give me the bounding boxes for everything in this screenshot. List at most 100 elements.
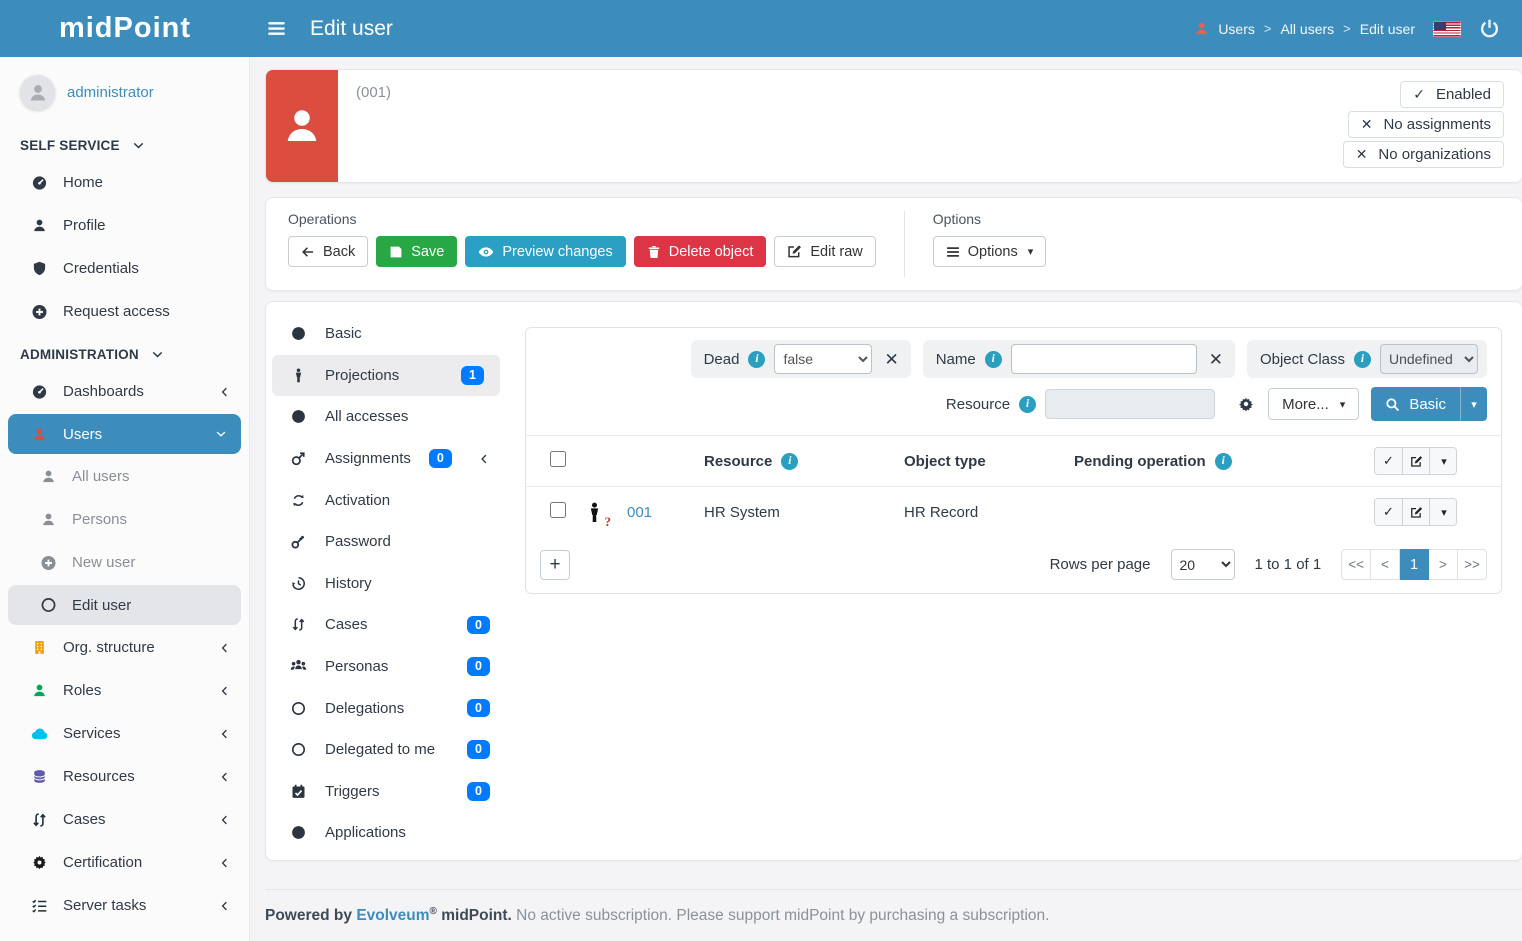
first-page-button[interactable]: << — [1341, 549, 1371, 580]
info-icon[interactable]: i — [1215, 453, 1232, 470]
status-badge-enabled: ✓ Enabled — [1400, 81, 1504, 108]
operations-panel: Operations Back Save Preview changes — [265, 197, 1522, 291]
search-mode-caret-button[interactable]: ▾ — [1460, 387, 1487, 421]
user-icon — [40, 512, 57, 527]
count-badge: 0 — [467, 657, 490, 676]
menu-item-personas[interactable]: Personas 0 — [266, 646, 506, 688]
sidebar-item-certification[interactable]: Certification — [0, 841, 249, 884]
locale-flag-us[interactable] — [1433, 21, 1461, 37]
projection-name-link[interactable]: 001 — [627, 504, 652, 521]
sidebar-item-users[interactable]: Users — [8, 414, 241, 454]
sidebar-item-all-users[interactable]: All users — [0, 455, 249, 498]
menu-item-label: Projections — [325, 367, 443, 384]
menu-item-delegated-to-me[interactable]: Delegated to me 0 — [266, 729, 506, 771]
rows-per-page-select[interactable]: 20 — [1171, 549, 1235, 580]
sidebar-item-request-access[interactable]: Request access — [0, 290, 249, 333]
info-icon[interactable]: i — [748, 351, 765, 368]
breadcrumb-all-users[interactable]: All users — [1280, 21, 1334, 37]
sidebar-item-credentials[interactable]: Credentials — [0, 247, 249, 290]
column-header-resource[interactable]: Resource — [704, 453, 772, 470]
menu-item-history[interactable]: History — [266, 563, 506, 605]
dead-select[interactable]: false — [774, 344, 872, 374]
add-projection-button[interactable]: + — [540, 550, 570, 580]
user-icon — [31, 427, 48, 442]
sidebar-item-org-structure[interactable]: Org. structure — [0, 626, 249, 669]
name-filter-input[interactable] — [1011, 344, 1197, 374]
sidebar-section-administration[interactable]: ADMINISTRATION — [0, 333, 249, 370]
column-header-object-type[interactable]: Object type — [904, 453, 986, 470]
evolveum-link[interactable]: Evolveum — [356, 907, 429, 924]
count-badge: 1 — [461, 366, 484, 385]
info-icon[interactable]: i — [985, 351, 1002, 368]
menu-item-projections[interactable]: Projections 1 — [272, 355, 500, 397]
midpoint-logo[interactable]: midPoint — [0, 12, 250, 45]
times-icon: ✕ — [1356, 146, 1368, 163]
info-icon[interactable]: i — [1019, 396, 1036, 413]
column-header-pending-operation[interactable]: Pending operation — [1074, 453, 1206, 470]
sidebar-item-cases[interactable]: Cases — [0, 798, 249, 841]
info-icon[interactable]: i — [781, 453, 798, 470]
basic-search-button[interactable]: Basic — [1371, 387, 1460, 421]
avatar[interactable] — [20, 75, 55, 110]
circle-outline-icon — [291, 701, 306, 716]
person-icon — [291, 368, 306, 383]
logged-in-username[interactable]: administrator — [67, 84, 154, 101]
sidebar-item-persons[interactable]: Persons — [0, 498, 249, 541]
edit-action-button[interactable] — [1402, 499, 1429, 525]
sidebar-item-resources[interactable]: Resources — [0, 755, 249, 798]
menu-item-assignments[interactable]: Assignments 0 — [266, 438, 506, 480]
menu-item-basic[interactable]: Basic — [266, 313, 506, 355]
save-button[interactable]: Save — [376, 236, 457, 267]
sidebar-item-new-user[interactable]: New user — [0, 541, 249, 584]
menu-item-applications[interactable]: Applications — [266, 812, 506, 854]
breadcrumb-users[interactable]: Users — [1218, 21, 1255, 37]
last-page-button[interactable]: >> — [1458, 549, 1487, 580]
more-actions-caret-button[interactable]: ▾ — [1429, 448, 1456, 474]
row-checkbox[interactable] — [550, 502, 566, 518]
edit-raw-button[interactable]: Edit raw — [774, 236, 875, 267]
sidebar-item-profile[interactable]: Profile — [0, 204, 249, 247]
preview-changes-button[interactable]: Preview changes — [465, 236, 625, 267]
logout-power-icon[interactable] — [1479, 18, 1500, 39]
clear-dead-filter-icon[interactable]: ✕ — [881, 351, 901, 368]
more-filters-button[interactable]: More... ▾ — [1268, 388, 1359, 420]
next-page-button[interactable]: > — [1429, 549, 1458, 580]
sidebar-toggle-icon[interactable] — [267, 19, 286, 38]
resource-filter-input[interactable] — [1045, 389, 1215, 419]
sidebar-item-label: Edit user — [72, 597, 223, 614]
sidebar-item-server-tasks[interactable]: Server tasks — [0, 884, 249, 927]
enable-action-button[interactable]: ✓ — [1375, 448, 1402, 474]
object-class-select[interactable]: Undefined — [1380, 344, 1478, 374]
filter-settings-gear-icon[interactable] — [1236, 396, 1256, 412]
sidebar-item-roles[interactable]: Roles — [0, 669, 249, 712]
menu-item-password[interactable]: Password — [266, 521, 506, 563]
more-actions-caret-button[interactable]: ▾ — [1429, 499, 1456, 525]
options-dropdown-button[interactable]: Options ▾ — [933, 236, 1047, 267]
sidebar-item-edit-user[interactable]: Edit user — [8, 585, 241, 625]
filter-label: Object Class — [1260, 351, 1345, 368]
dashboard-icon — [31, 384, 48, 400]
sidebar-section-self-service[interactable]: SELF SERVICE — [0, 124, 249, 161]
enable-action-button[interactable]: ✓ — [1375, 499, 1402, 525]
menu-item-activation[interactable]: Activation — [266, 479, 506, 521]
select-all-checkbox[interactable] — [550, 451, 566, 467]
menu-item-label: Delegated to me — [325, 741, 449, 758]
page-1-button[interactable]: 1 — [1400, 549, 1429, 580]
menu-item-cases[interactable]: Cases 0 — [266, 604, 506, 646]
prev-page-button[interactable]: < — [1371, 549, 1400, 580]
edit-action-button[interactable] — [1402, 448, 1429, 474]
sidebar-item-dashboards[interactable]: Dashboards — [0, 370, 249, 413]
menu-item-delegations[interactable]: Delegations 0 — [266, 687, 506, 729]
info-icon[interactable]: i — [1354, 351, 1371, 368]
sidebar-item-home[interactable]: Home — [0, 161, 249, 204]
clear-name-filter-icon[interactable]: ✕ — [1206, 351, 1226, 368]
menu-item-all-accesses[interactable]: All accesses — [266, 396, 506, 438]
menu-item-triggers[interactable]: Triggers 0 — [266, 771, 506, 813]
powered-by-text: Powered by — [265, 907, 352, 924]
circle-outline-icon — [40, 597, 57, 613]
back-button[interactable]: Back — [288, 236, 368, 267]
sidebar-item-label: Persons — [72, 511, 231, 528]
delete-object-button[interactable]: Delete object — [634, 236, 767, 267]
sidebar-item-services[interactable]: Services — [0, 712, 249, 755]
breadcrumb-edit-user[interactable]: Edit user — [1360, 21, 1415, 37]
